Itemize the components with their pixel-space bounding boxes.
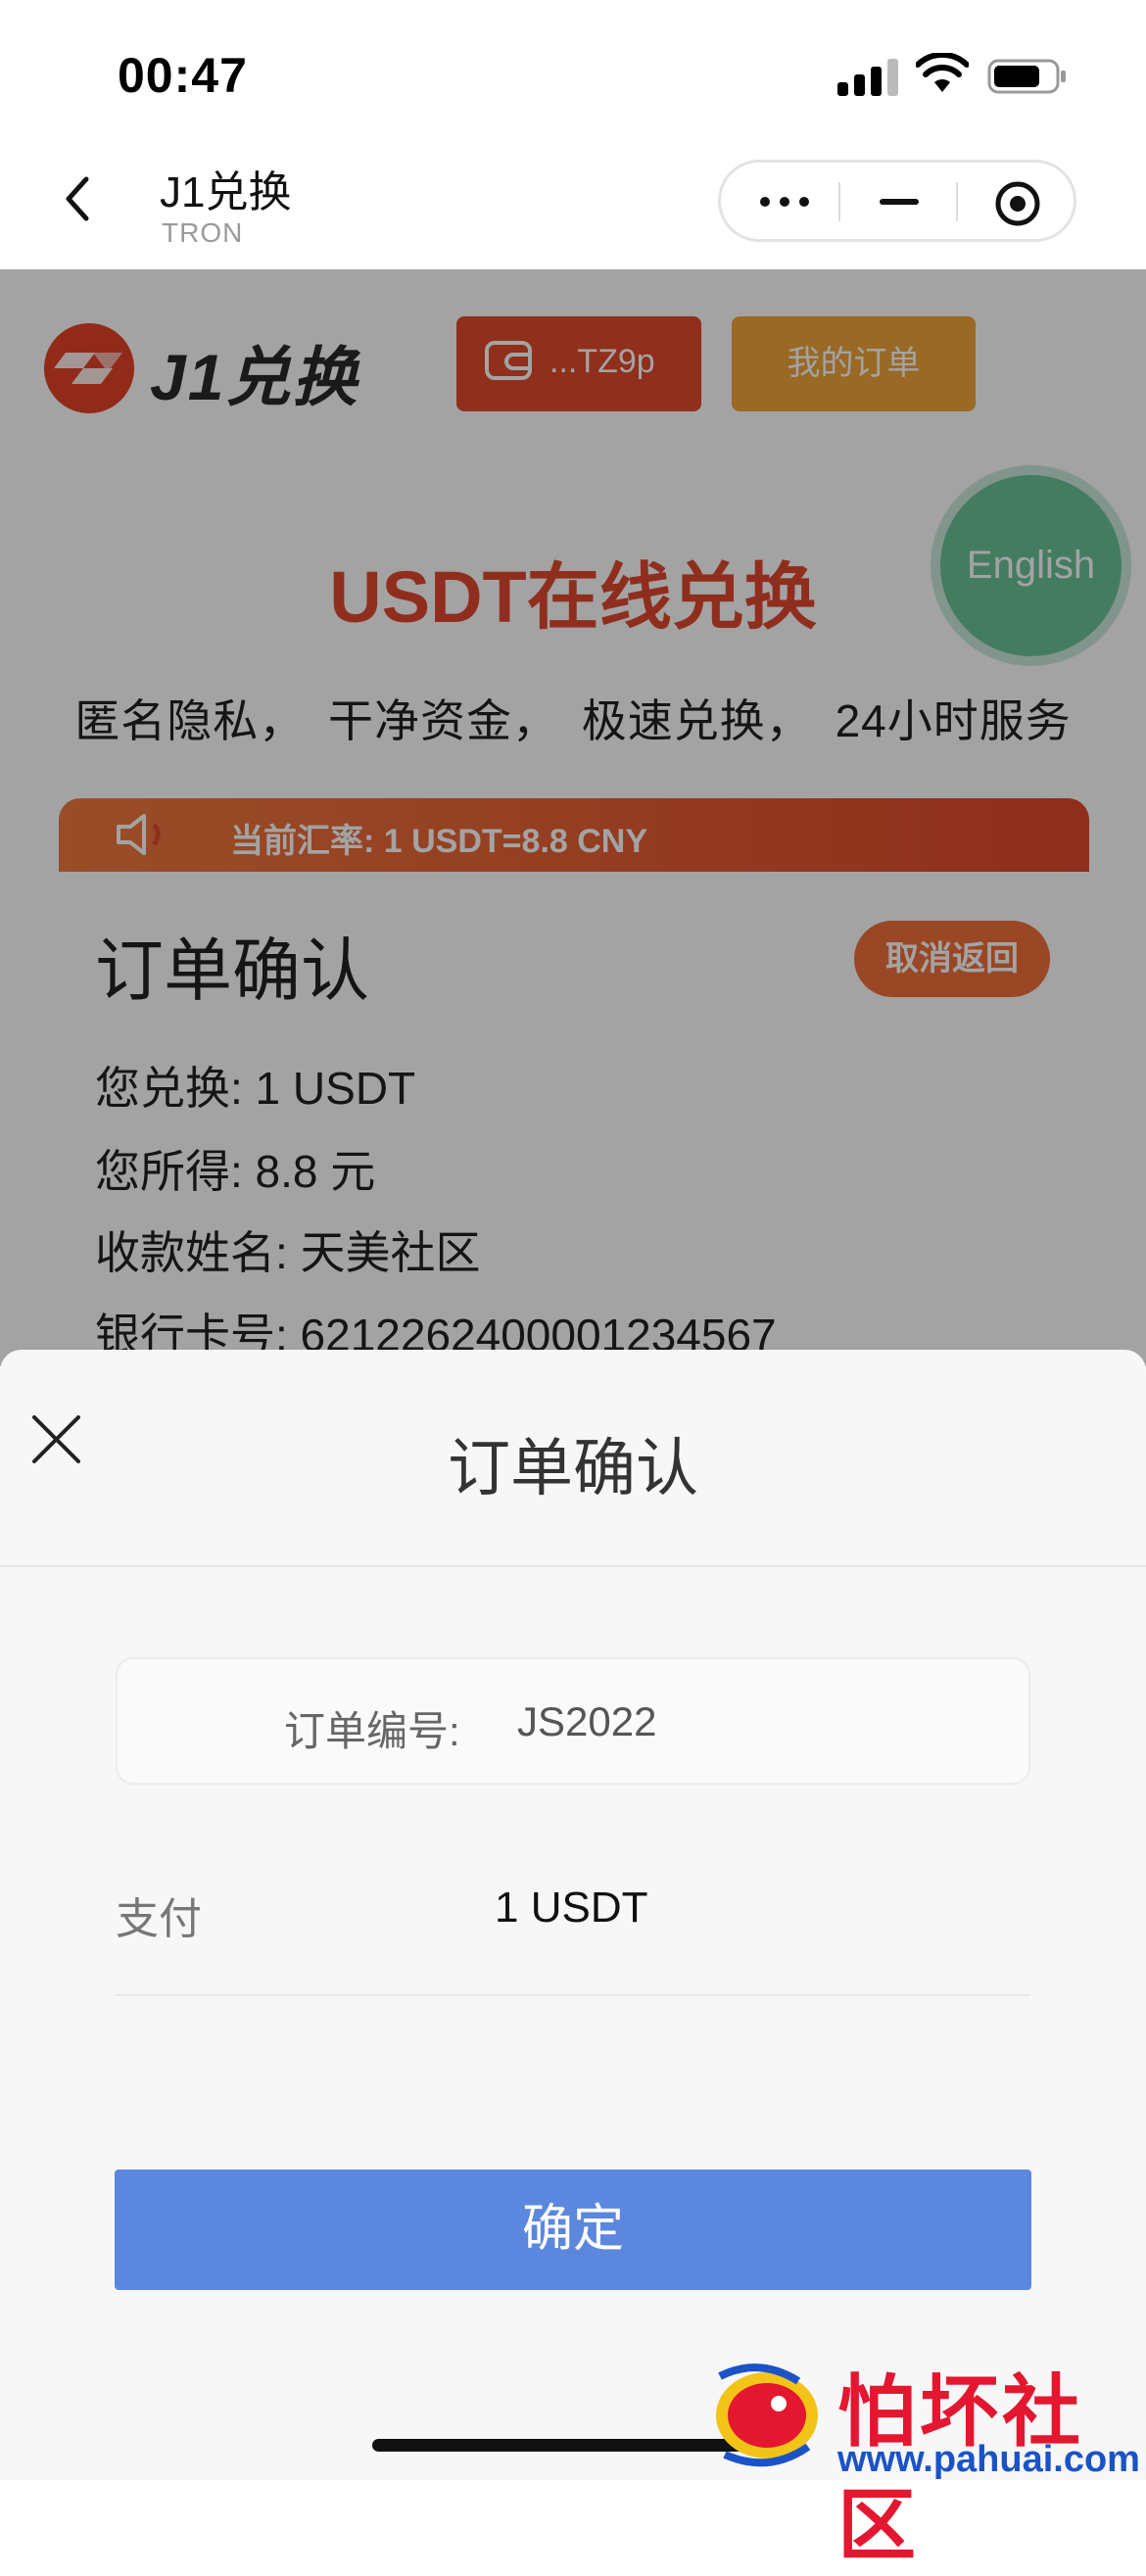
status-time: 00:47: [118, 48, 248, 103]
battery-icon: [987, 59, 1066, 94]
sheet-title: 订单确认: [448, 1433, 698, 1503]
nav-title: J1兑换: [160, 168, 292, 216]
back-icon[interactable]: [59, 174, 98, 223]
close-miniprogram-icon[interactable]: [993, 179, 1042, 228]
confirm-button[interactable]: 确定: [115, 2170, 1031, 2290]
pay-label: 支付: [116, 1895, 202, 1943]
cellular-signal-icon: [837, 57, 898, 96]
pay-value: 1 USDT: [495, 1884, 648, 1932]
watermark-url: www.pahuai.com: [837, 2439, 1140, 2480]
more-icon[interactable]: [755, 189, 814, 215]
capsule-divider: [838, 182, 840, 221]
order-number-label: 订单编号:: [284, 1708, 460, 1754]
order-number-box: 订单编号: JS2022: [116, 1657, 1030, 1785]
miniprogram-capsule: [718, 160, 1076, 242]
wifi-icon: [916, 53, 969, 92]
minimize-icon[interactable]: [878, 190, 921, 214]
sheet-divider: [0, 1565, 1146, 1567]
nav-subtitle: TRON: [162, 217, 244, 248]
watermark: 怕坏社区 www.pahuai.com: [691, 2349, 1141, 2569]
pay-divider: [116, 1994, 1030, 1996]
watermark-logo-icon: [716, 2363, 818, 2467]
capsule-divider: [956, 182, 958, 221]
modal-backdrop[interactable]: [0, 269, 1146, 1366]
order-number-value: JS2022: [517, 1698, 657, 1744]
